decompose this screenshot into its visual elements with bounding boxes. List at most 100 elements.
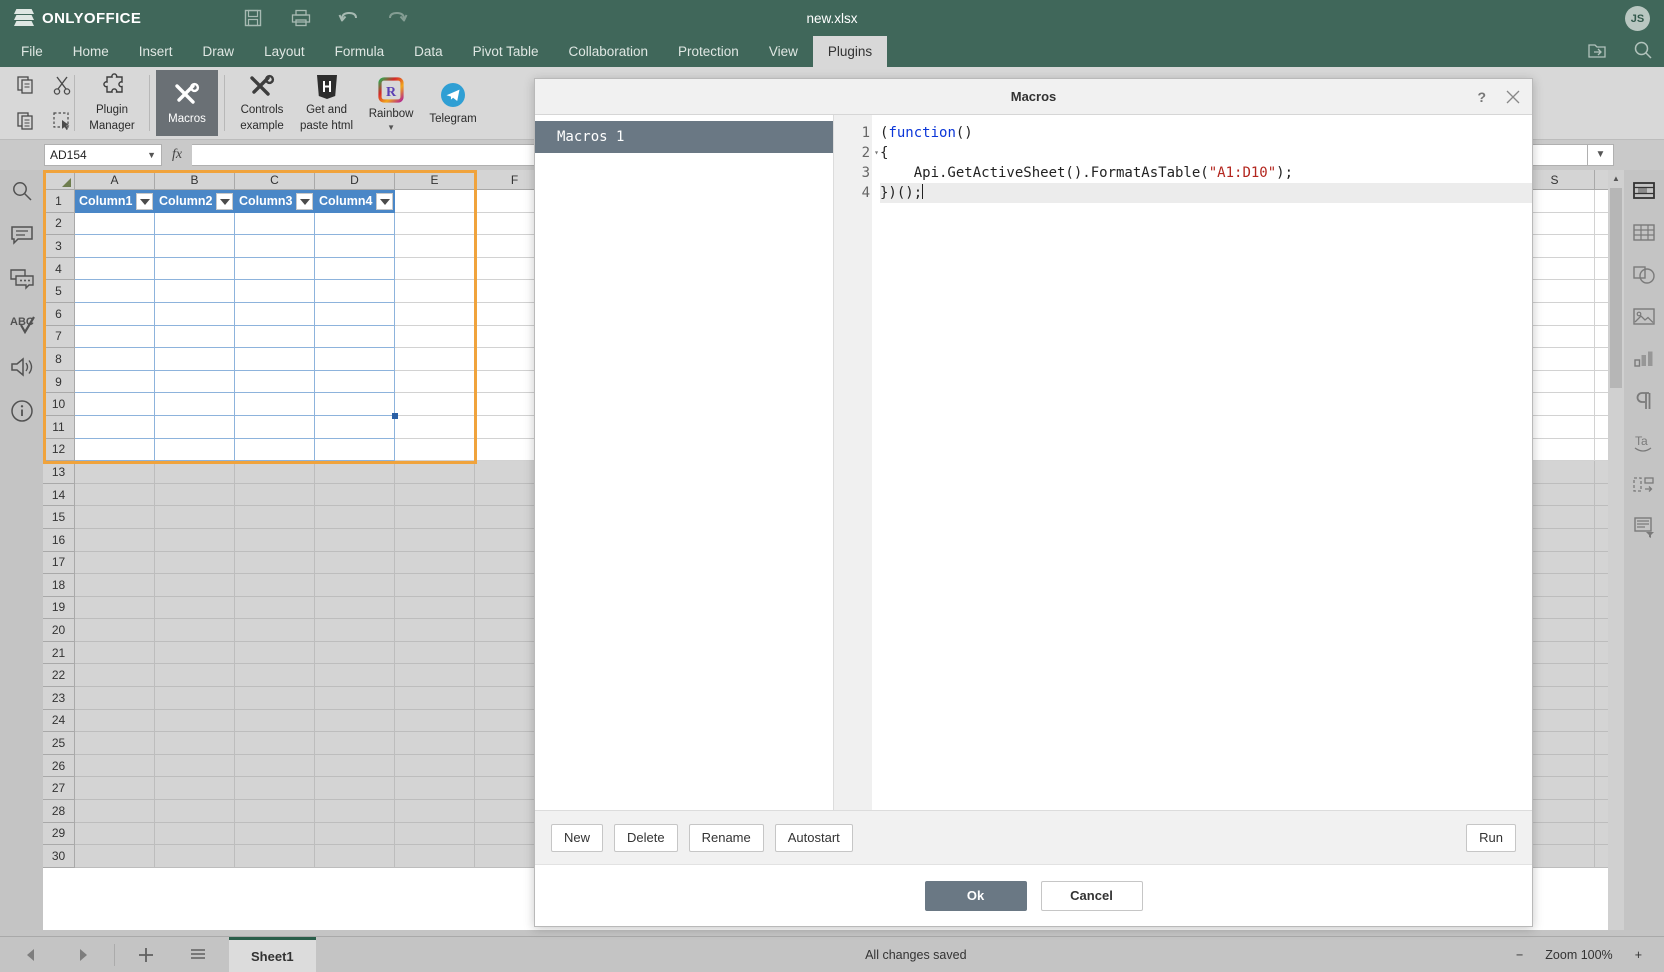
macro-list-item[interactable]: Macros 1 [535,121,833,153]
about-icon[interactable] [9,398,35,424]
table-body-cell[interactable] [155,212,235,236]
table-body-cell[interactable] [155,438,235,462]
table-body-cell[interactable] [75,438,155,462]
select-all-corner[interactable] [43,170,75,190]
cell-B30[interactable] [155,845,235,868]
cell-E16[interactable] [395,528,475,552]
table-body-cell[interactable] [155,415,235,439]
table-body-cell[interactable] [315,370,395,394]
zoom-in-icon[interactable]: + [1635,948,1642,962]
next-sheet-icon[interactable] [70,942,96,968]
select-all-icon[interactable] [49,108,75,134]
table-body-cell[interactable] [75,235,155,258]
cell-E30[interactable] [395,845,475,868]
cell-A16[interactable] [75,528,155,552]
table-body-cell[interactable] [315,348,395,371]
table-body-cell[interactable] [75,212,155,236]
rename-macro-button[interactable]: Rename [688,823,764,852]
row-header-3[interactable]: 3 [43,235,75,258]
cell-A20[interactable] [75,619,155,642]
shape-settings-icon[interactable] [1631,262,1657,288]
cell-E21[interactable] [395,641,475,665]
slicer-settings-icon[interactable] [1631,472,1657,498]
cell-B29[interactable] [155,822,235,846]
table-body-cell[interactable] [75,280,155,303]
cell-A30[interactable] [75,845,155,868]
controls-example-button[interactable]: Controls example [231,70,293,136]
table-body-cell[interactable] [75,348,155,371]
table-body-cell[interactable] [315,257,395,281]
cell-C18[interactable] [235,574,315,597]
cell-E1[interactable] [395,190,475,213]
cell-B28[interactable] [155,800,235,823]
scroll-up-arrow-icon[interactable]: ▲ [1608,170,1624,186]
table-body-cell[interactable] [315,438,395,462]
tab-pivot-table[interactable]: Pivot Table [458,36,554,67]
chat-icon[interactable] [9,266,35,292]
vertical-scroll-thumb[interactable] [1610,188,1622,388]
cell-E25[interactable] [395,732,475,755]
row-header-8[interactable]: 8 [43,348,75,371]
delete-macro-button[interactable]: Delete [614,823,678,852]
copy-icon[interactable] [13,72,39,98]
search-icon[interactable] [1632,39,1654,61]
sheet-tab-sheet1[interactable]: Sheet1 [229,936,316,972]
column-header-E[interactable]: E [395,170,475,190]
sheet-list-icon[interactable] [185,942,211,968]
cell-A19[interactable] [75,596,155,620]
cell-E23[interactable] [395,687,475,710]
cell-D13[interactable] [315,461,395,484]
table-body-cell[interactable] [155,325,235,349]
row-header-13[interactable]: 13 [43,461,75,484]
table-body-cell[interactable] [235,348,315,371]
row-header-29[interactable]: 29 [43,822,75,846]
cell-E28[interactable] [395,800,475,823]
table-body-cell[interactable] [315,393,395,416]
table-body-cell[interactable] [235,438,315,462]
cell-E27[interactable] [395,777,475,801]
undo-icon[interactable] [338,7,360,29]
table-body-cell[interactable] [155,393,235,416]
cell-C23[interactable] [235,687,315,710]
cell-E26[interactable] [395,754,475,778]
table-body-cell[interactable] [315,235,395,258]
cell-A26[interactable] [75,754,155,778]
cell-A27[interactable] [75,777,155,801]
cell-A21[interactable] [75,641,155,665]
row-header-12[interactable]: 12 [43,438,75,462]
cell-E29[interactable] [395,822,475,846]
table-body-cell[interactable] [235,415,315,439]
new-macro-button[interactable]: New [551,823,604,852]
cell-E14[interactable] [395,483,475,507]
chevron-down-icon[interactable]: ▼ [147,150,156,160]
cell-D30[interactable] [315,845,395,868]
row-header-19[interactable]: 19 [43,596,75,620]
tab-view[interactable]: View [754,36,813,67]
cell-C17[interactable] [235,551,315,575]
tab-data[interactable]: Data [399,36,458,67]
cell-E7[interactable] [395,325,475,349]
cell-D23[interactable] [315,687,395,710]
row-header-24[interactable]: 24 [43,709,75,733]
cut-icon[interactable] [49,72,75,98]
row-header-18[interactable]: 18 [43,574,75,597]
tab-file[interactable]: File [6,36,58,67]
chevron-down-icon[interactable]: ▼ [387,123,395,131]
row-header-6[interactable]: 6 [43,302,75,326]
table-body-cell[interactable] [235,280,315,303]
table-body-cell[interactable] [315,325,395,349]
row-header-25[interactable]: 25 [43,732,75,755]
filter-dropdown-icon[interactable] [376,193,393,210]
chart-settings-icon[interactable] [1631,346,1657,372]
row-header-4[interactable]: 4 [43,257,75,281]
cell-A13[interactable] [75,461,155,484]
row-header-9[interactable]: 9 [43,370,75,394]
cell-E12[interactable] [395,438,475,462]
vertical-scrollbar[interactable]: ▲ [1608,170,1624,930]
row-header-2[interactable]: 2 [43,212,75,236]
row-header-10[interactable]: 10 [43,393,75,416]
avatar[interactable]: JS [1625,6,1650,31]
cell-D25[interactable] [315,732,395,755]
row-header-11[interactable]: 11 [43,415,75,439]
table-body-cell[interactable] [155,348,235,371]
